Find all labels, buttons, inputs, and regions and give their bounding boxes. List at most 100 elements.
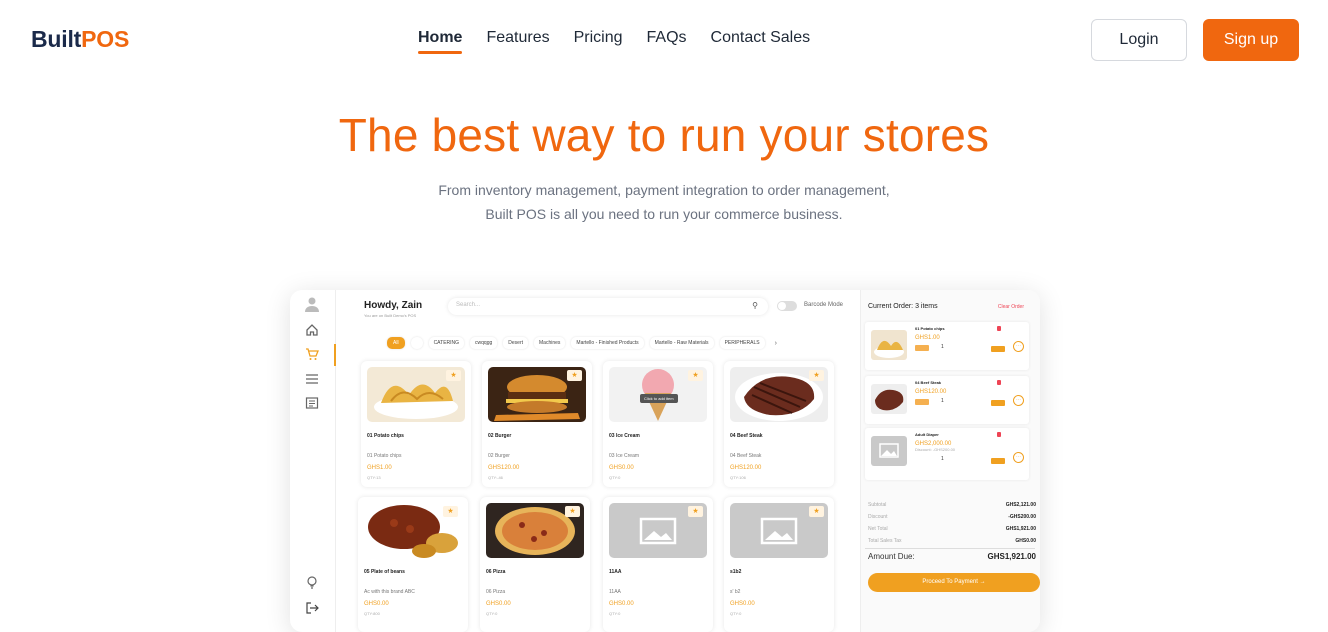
product-price: GHS0.00 [609,465,634,471]
category-chip: CATERING [428,337,465,349]
order-title: Current Order: 3 items [868,303,938,310]
summary-label: Discount [868,514,888,520]
product-name: 04 Beef Steak [730,433,763,439]
product-qty: QTY:13 [367,475,381,480]
product-card: Click to add item ★ 03 Ice Cream 03 Ice … [603,361,713,487]
cart-icon: ★ [443,506,458,517]
order-item-discount: Discount: -GHS200.00 [915,447,956,452]
brand-logo[interactable]: BuiltPOS [31,26,129,53]
more-icon: ⋯ [1013,395,1024,406]
order-item-thumb [871,330,907,360]
product-name: 06 Pizza [486,569,506,575]
report-icon [304,396,320,412]
nav-home[interactable]: Home [418,29,463,54]
product-name: 02 Burger [488,433,512,439]
product-price: GHS0.00 [609,601,634,607]
nav-faqs[interactable]: FAQs [647,29,687,53]
order-item-name: Adult Diaper [915,432,939,437]
logout-icon [304,601,320,617]
hero-subtitle: From inventory management, payment integ… [0,178,1328,226]
summary-value: GHS2,121.00 [1005,502,1036,508]
nav-features[interactable]: Features [486,29,549,53]
nav-pricing[interactable]: Pricing [574,29,623,53]
order-item: 04 Beef Steak GHS120.00 1 ⋯ [865,376,1029,424]
order-item-thumb [871,384,907,414]
hero-subtitle-line1: From inventory management, payment integ… [438,182,890,198]
order-item: Adult Diaper GHS2,000.00 Discount: -GHS2… [865,428,1029,480]
login-button[interactable]: Login [1091,19,1187,61]
lightbulb-icon [304,575,320,591]
signup-button[interactable]: Sign up [1203,19,1299,61]
product-name: 01 Potato chips [367,433,404,439]
product-card: ★ 02 Burger 02 Burger GHS120.00 QTY:-46 [482,361,592,487]
cart-icon: ★ [809,370,824,381]
trash-icon [997,326,1001,331]
product-desc: Ac with this brand ABC [364,589,415,595]
barcode-toggle [777,301,797,311]
current-order-panel: Current Order: 3 items Clear Order 01 Po… [860,290,1040,632]
summary-label: Subtotal [868,502,887,508]
product-price: GHS120.00 [730,465,762,471]
list-icon [304,372,320,388]
order-item-qty: 1 [941,398,944,404]
summary-row: Net Total GHS1,921.00 [868,526,1036,538]
cart-icon: ★ [688,506,703,517]
cart-icon: ★ [688,370,703,381]
nav-contact-sales[interactable]: Contact Sales [711,29,811,53]
product-card: ★ s1b2 s' b2 GHS0.00 QTY:0 [724,497,834,632]
product-price: GHS0.00 [730,601,755,607]
amount-due: Amount Due: GHS1,921.00 [868,552,1036,561]
product-desc: 03 Ice Cream [609,453,640,459]
product-name: 03 Ice Cream [609,433,640,439]
trash-icon [997,380,1001,385]
pos-app-screenshot: Howdy, Zain You are on Built Demo's POS … [290,290,1040,632]
product-desc: 11AA [609,589,621,595]
product-desc: 04 Beef Steak [730,453,762,459]
brand-logo-part2: POS [81,26,130,52]
product-desc: 01 Potato chips [367,453,402,459]
product-desc: 06 Pizza [486,589,506,595]
user-avatar-icon [304,296,320,312]
cart-icon: ★ [446,370,461,381]
product-price: GHS1.00 [367,465,392,471]
app-sidebar [290,290,336,632]
product-price: GHS120.00 [488,465,520,471]
product-card: ★ 11AA 11AA GHS0.00 QTY:0 [603,497,713,632]
sidebar-active-indicator [334,344,336,366]
qty-plus-button [991,346,1005,352]
product-name: 05 Plate of beans [364,569,405,575]
order-item-price: GHS1.00 [915,335,940,341]
cart-icon: ★ [567,370,582,381]
product-name: s1b2 [730,569,742,575]
qty-minus-button [915,399,929,405]
amount-due-value: GHS1,921.00 [987,552,1036,561]
product-card: ★ 05 Plate of beans Ac with this brand A… [358,497,468,632]
order-item-name: 01 Potato chips [915,326,945,331]
category-chip-all: All [387,337,405,349]
qty-plus-button [991,458,1005,464]
divider [865,548,1035,549]
summary-value: -GHS200.00 [1008,514,1036,520]
qty-minus-button [915,345,929,351]
category-chip: Martello - Finished Products [571,337,644,349]
search-icon: ⚲ [752,301,758,310]
order-item-name: 04 Beef Steak [915,380,942,385]
main-nav: Home Features Pricing FAQs Contact Sales [418,29,811,54]
clear-order-label: Clear Order [997,304,1024,310]
product-name: 11AA [609,569,622,575]
product-qty: QTY:0 [609,475,621,480]
category-chip: Martello - Raw Materials [649,337,714,349]
cart-icon: ★ [565,506,580,517]
image-placeholder-icon [871,436,907,466]
order-summary: Subtotal GHS2,121.00 Discount -GHS200.00 N… [868,502,1036,550]
chevron-right-icon: › [774,339,777,347]
product-qty: QTY:0 [730,611,742,616]
category-chip: PERIPHERALS [719,337,765,349]
product-card: ★ 04 Beef Steak 04 Beef Steak GHS120.00 … [724,361,834,487]
proceed-to-payment-button: Proceed To Payment → [868,573,1040,592]
home-icon [304,323,320,339]
category-chip-blank [410,337,423,349]
amount-due-label: Amount Due: [868,552,915,561]
product-card: ★ 01 Potato chips 01 Potato chips GHS1.0… [361,361,471,487]
product-qty: QTY:0 [486,611,498,616]
